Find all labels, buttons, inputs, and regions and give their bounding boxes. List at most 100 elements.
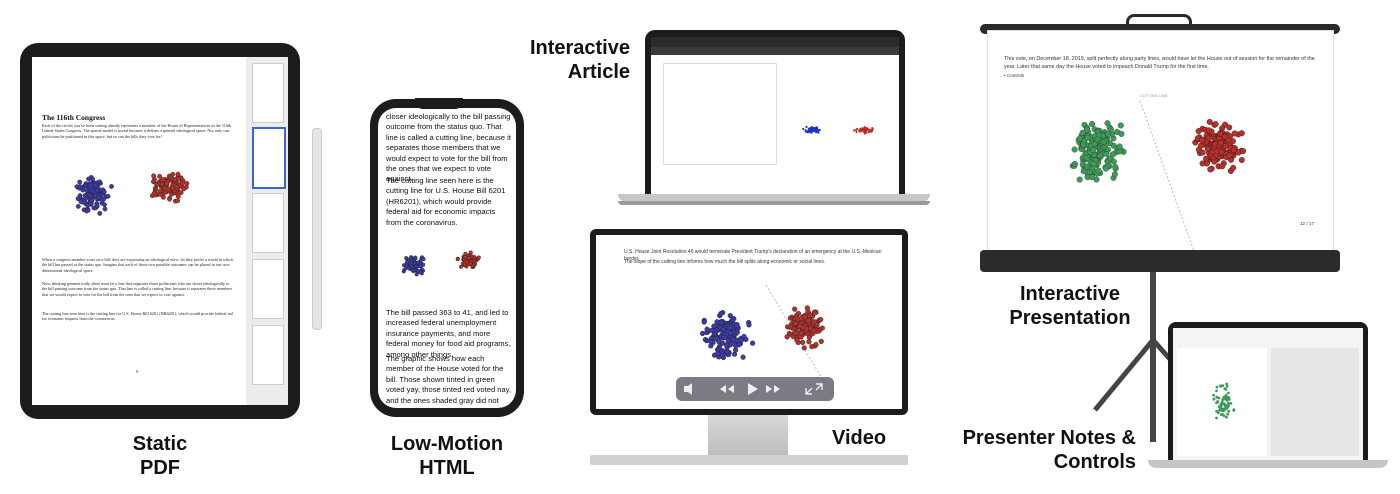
member-dot: [180, 180, 185, 186]
pdf-paragraph: Each of the circles you've been sorting …: [42, 123, 232, 139]
member-dot: [1204, 145, 1211, 152]
member-dot: [1238, 130, 1245, 137]
member-dot: [1225, 137, 1232, 144]
rewind-icon[interactable]: [728, 385, 734, 393]
pdf-paragraph: Now, thinking geometrically, there must …: [42, 281, 233, 297]
skip-back-icon[interactable]: [720, 385, 726, 393]
member-dot: [421, 257, 426, 262]
article-scatter: [802, 125, 874, 135]
member-dot: [1224, 397, 1228, 401]
member-dot: [1199, 149, 1206, 156]
member-dot: [708, 338, 714, 345]
page-thumbnail[interactable]: [252, 259, 284, 319]
member-dot: [455, 257, 460, 262]
page-thumbnail[interactable]: [252, 193, 284, 253]
member-dot: [102, 206, 108, 212]
laptop-base-edge: [618, 201, 930, 205]
member-dot: [413, 255, 418, 260]
member-dot: [1110, 158, 1117, 165]
label-line: PDF: [140, 457, 180, 479]
skip-forward-icon[interactable]: [774, 385, 780, 393]
member-dot: [1207, 166, 1214, 173]
member-dot: [1079, 129, 1086, 136]
bullet-text: Controls: [1006, 73, 1024, 78]
member-dot: [101, 189, 107, 195]
member-dot: [414, 272, 419, 277]
member-dot: [801, 345, 807, 351]
member-dot: [87, 193, 93, 199]
member-dot: [718, 310, 724, 317]
label-presenter-notes: Presenter Notes & Controls: [930, 426, 1136, 474]
video-caption: The slope of the cutting line informs ho…: [624, 259, 826, 265]
member-dot: [466, 256, 471, 261]
member-dot: [814, 128, 818, 131]
fullscreen-icon[interactable]: [805, 383, 823, 395]
member-dot: [730, 337, 736, 343]
member-dot: [94, 203, 100, 209]
presenter-laptop-base: [1148, 460, 1388, 468]
volume-icon[interactable]: [684, 383, 692, 395]
member-dot: [83, 183, 88, 188]
page-thumbnail-selected[interactable]: [252, 127, 286, 189]
label-interactive-article: Interactive Article: [500, 36, 630, 84]
monitor-screen[interactable]: U.S. House Joint Resolution 46 would ter…: [596, 235, 902, 409]
member-dot: [701, 319, 707, 325]
member-dot: [97, 211, 103, 216]
member-dot: [810, 131, 813, 134]
member-dot: [711, 331, 718, 337]
member-dot: [792, 330, 799, 336]
member-dot: [1090, 147, 1097, 154]
member-dot: [863, 126, 866, 129]
member-dot: [419, 267, 424, 272]
presenter-notes-panel[interactable]: [1271, 348, 1359, 456]
member-dot: [1227, 396, 1231, 399]
member-dot: [174, 184, 180, 190]
member-dot: [1104, 131, 1111, 138]
member-dot: [813, 341, 819, 348]
member-dot: [1095, 167, 1102, 174]
member-dot: [1220, 401, 1224, 405]
member-dot: [175, 171, 181, 177]
pdf-thumbnail-sidebar[interactable]: [246, 57, 288, 405]
member-dot: [800, 339, 806, 346]
member-dot: [88, 182, 94, 188]
member-dot: [1084, 134, 1091, 141]
member-dot: [853, 129, 856, 132]
member-dot: [1097, 152, 1104, 159]
browser-address-bar[interactable]: [651, 47, 899, 55]
presentation-text: This vote, on December 18, 2019, split p…: [1004, 56, 1315, 70]
member-dot: [1230, 164, 1237, 171]
fast-forward-icon[interactable]: [766, 385, 772, 393]
member-dot: [794, 337, 800, 343]
member-dot: [1221, 413, 1224, 416]
member-dot: [85, 207, 91, 213]
presenter-screen[interactable]: [1173, 328, 1363, 460]
member-dot: [109, 184, 114, 189]
member-dot: [1118, 130, 1125, 137]
member-dot: [1117, 122, 1124, 129]
member-dot: [1217, 396, 1221, 400]
phone-screen[interactable]: closer ideologically to the bill passing…: [378, 108, 516, 408]
pdf-paragraph: When a congress member votes on a bill, …: [42, 257, 234, 273]
projector-screen[interactable]: This vote, on December 18, 2019, split p…: [987, 30, 1334, 254]
video-controls[interactable]: [676, 377, 834, 401]
member-dot: [90, 176, 95, 182]
member-dot: [1232, 409, 1236, 412]
presenter-laptop: [1168, 322, 1368, 460]
member-dot: [699, 330, 706, 337]
member-dot: [1116, 143, 1123, 150]
member-dot: [175, 176, 181, 182]
member-dot: [1227, 409, 1231, 413]
member-dot: [1109, 151, 1116, 158]
laptop-device: [645, 30, 905, 194]
member-dot: [1212, 397, 1216, 401]
page-thumbnail[interactable]: [252, 325, 284, 385]
phone-scatter: [401, 250, 481, 277]
page-thumbnail[interactable]: [252, 63, 284, 123]
member-dot: [1089, 174, 1096, 181]
member-dot: [409, 261, 414, 266]
laptop-screen[interactable]: [651, 37, 899, 194]
member-dot: [160, 177, 166, 182]
play-icon[interactable]: [748, 383, 758, 395]
member-dot: [806, 339, 812, 345]
